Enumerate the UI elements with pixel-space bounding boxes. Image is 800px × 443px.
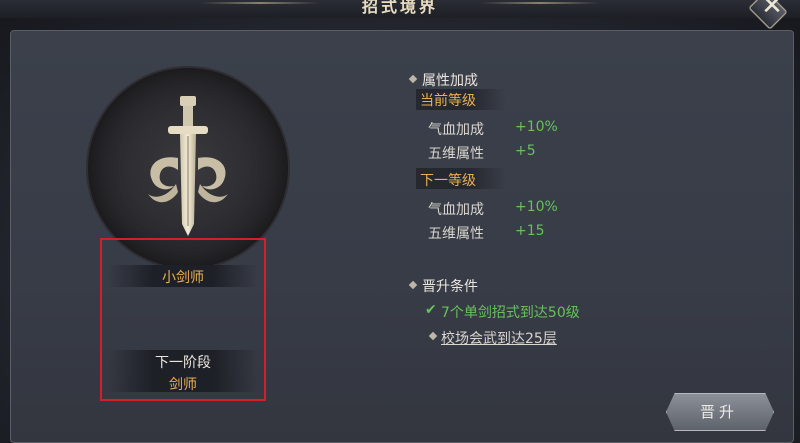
stat-value: +15 (515, 223, 545, 239)
attributes-header: 属性加成 (422, 73, 478, 89)
stat-name: 五维属性 (428, 146, 484, 162)
window-title: 招式境界 (361, 0, 438, 16)
stat-value: +5 (515, 143, 536, 159)
stat-value: +10% (515, 199, 558, 215)
check-icon: ✔ (425, 302, 437, 318)
stat-value: +10% (515, 119, 558, 135)
next-level-label: 下一等级 (420, 173, 476, 189)
title-ornament-right (480, 2, 600, 4)
next-stage-label: 下一阶段 (155, 355, 211, 371)
stat-name: 气血加成 (428, 202, 484, 218)
condition-link[interactable]: 校场会武到达25层 (441, 328, 557, 348)
title-ornament-left (200, 2, 320, 4)
promotion-header: 晋升条件 (422, 279, 478, 295)
stat-name: 气血加成 (428, 122, 484, 138)
sword-emblem-icon (148, 96, 228, 236)
close-icon[interactable]: ✕ (757, 0, 787, 21)
next-rank: 剑师 (169, 377, 197, 393)
promote-button-label[interactable]: 晋升 (666, 401, 772, 422)
current-rank: 小剑师 (162, 270, 204, 286)
stat-name: 五维属性 (428, 226, 484, 242)
condition-done: 7个单剑招式到达50级 (441, 305, 580, 321)
current-level-label: 当前等级 (420, 93, 476, 109)
